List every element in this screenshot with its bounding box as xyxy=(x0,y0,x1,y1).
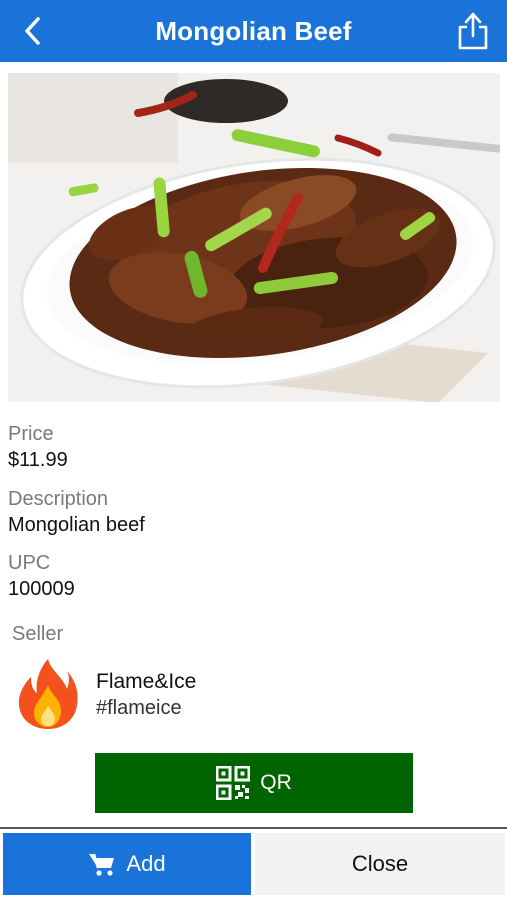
seller-label: Seller xyxy=(12,623,64,645)
price-field: Price $11.99 xyxy=(8,422,68,472)
share-button[interactable] xyxy=(453,10,493,52)
price-value: $11.99 xyxy=(8,449,68,471)
upc-label: UPC xyxy=(8,552,51,574)
product-image xyxy=(8,73,500,402)
seller-handle: #flameice xyxy=(96,697,182,719)
qr-button[interactable]: QR xyxy=(95,753,413,813)
page-title: Mongolian Beef xyxy=(155,16,352,46)
description-field: Description Mongolian beef xyxy=(8,487,145,537)
cart-icon xyxy=(89,853,115,876)
close-button-label: Close xyxy=(351,851,409,876)
seller-avatar[interactable] xyxy=(17,657,79,731)
qr-button-label: QR xyxy=(260,771,292,794)
description-label: Description xyxy=(8,488,109,510)
header-bar: Mongolian Beef xyxy=(0,0,507,62)
bottom-divider xyxy=(0,827,507,829)
flame-icon xyxy=(18,659,78,729)
upc-field: UPC 100009 xyxy=(8,551,75,601)
close-button[interactable]: Close xyxy=(255,833,505,895)
add-button[interactable]: Add xyxy=(3,833,251,895)
seller-name: Flame&Ice xyxy=(96,670,197,693)
price-label: Price xyxy=(8,423,54,445)
qr-code-icon xyxy=(216,766,251,800)
add-button-label: Add xyxy=(126,851,166,876)
description-value: Mongolian beef xyxy=(8,514,145,536)
share-icon xyxy=(458,12,488,50)
upc-value: 100009 xyxy=(8,578,75,600)
